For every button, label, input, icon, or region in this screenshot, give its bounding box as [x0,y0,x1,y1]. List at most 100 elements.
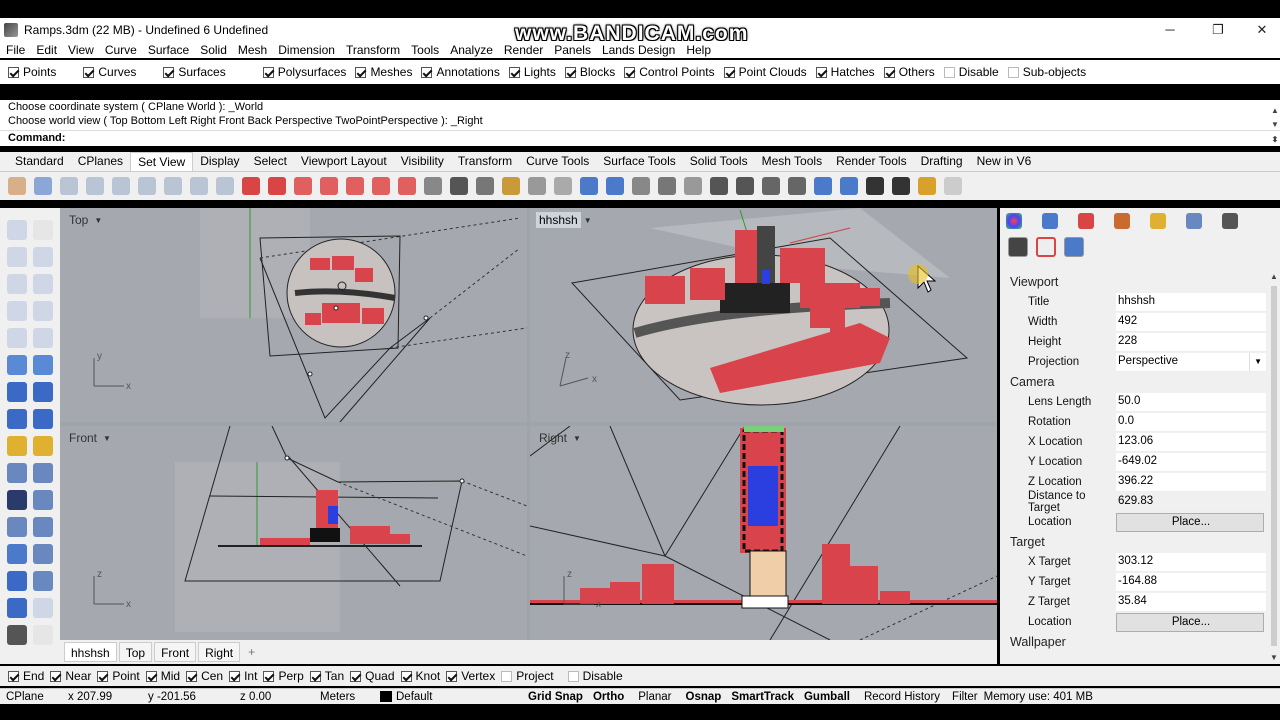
menu-help[interactable]: Help [686,43,711,57]
filter-meshes[interactable]: Meshes [355,65,412,79]
car-perspective-icon[interactable] [398,177,416,195]
menu-curve[interactable]: Curve [105,43,137,57]
y-target-field[interactable]: -164.88 [1116,572,1266,592]
viewport-menu-arrow-icon[interactable]: ▼ [94,216,102,225]
osnap-point[interactable]: Point [97,669,140,683]
height-field[interactable]: 228 [1116,332,1266,352]
zoom-icon[interactable] [60,177,78,195]
circle-center-icon[interactable] [33,274,53,294]
filter-points[interactable]: Points [8,65,56,79]
menu-edit[interactable]: Edit [36,43,57,57]
checkbox[interactable] [309,670,321,682]
tab-render-tools[interactable]: Render Tools [829,152,914,171]
filter-annotations[interactable]: Annotations [421,65,500,79]
join-icon[interactable] [7,490,27,510]
camera-gear-icon[interactable] [658,177,676,195]
zoom-selected-icon[interactable] [138,177,156,195]
viewport-menu-arrow-icon[interactable]: ▼ [573,434,581,443]
viewport-title[interactable]: Front [66,430,100,446]
camera-target-icon[interactable] [476,177,494,195]
checkbox[interactable] [508,66,520,78]
tab-new-in-v6[interactable]: New in V6 [970,152,1039,171]
menu-lands-design[interactable]: Lands Design [602,43,675,57]
perspective-viewport[interactable]: x z hhshsh ▼ [530,208,997,422]
add-viewport-tab-icon[interactable]: + [242,642,261,662]
checkbox[interactable] [355,66,367,78]
swap-view-icon[interactable] [866,177,884,195]
filter-sub-objects[interactable]: Sub-objects [1007,65,1086,79]
osnap-near[interactable]: Near [50,669,91,683]
sphere-solid-icon[interactable] [33,382,53,402]
menu-file[interactable]: File [6,43,25,57]
menu-surface[interactable]: Surface [148,43,189,57]
tab-solid-tools[interactable]: Solid Tools [683,152,755,171]
brush-icon[interactable] [1114,213,1130,229]
plane-icon[interactable] [762,177,780,195]
checkbox[interactable] [1007,66,1019,78]
checkbox[interactable] [229,670,241,682]
chevron-down-icon[interactable]: ▼ [1249,352,1266,371]
surface-icon[interactable] [7,355,27,375]
minimize-button[interactable]: ─ [1148,18,1192,41]
filter-others[interactable]: Others [883,65,935,79]
status-grid-snap[interactable]: Grid Snap [528,691,583,703]
tab-curve-tools[interactable]: Curve Tools [519,152,596,171]
osnap-mid[interactable]: Mid [145,669,180,683]
osnap-end[interactable]: End [8,669,44,683]
status-units[interactable]: Meters [320,691,380,703]
maximize-button[interactable]: ❐ [1196,18,1240,41]
explode-icon[interactable] [33,490,53,510]
checkbox[interactable] [97,670,109,682]
layer-color-swatch[interactable] [380,691,392,702]
select-arrow-icon[interactable] [7,220,27,240]
filter-control-points[interactable]: Control Points [624,65,715,79]
z-location-field[interactable]: 396.22 [1116,472,1266,492]
viewport-menu-arrow-icon[interactable]: ▼ [103,434,111,443]
checkbox[interactable] [624,66,636,78]
osnap-cen[interactable]: Cen [186,669,223,683]
dimension-icon[interactable] [33,544,53,564]
split-icon[interactable] [7,463,27,483]
viewport-tab-right[interactable]: Right [198,642,241,662]
tab-display[interactable]: Display [193,152,246,171]
osnap-project[interactable]: Project [501,669,554,683]
checkbox[interactable] [186,670,198,682]
tab-visibility[interactable]: Visibility [394,152,451,171]
tab-transform[interactable]: Transform [451,152,519,171]
checkbox[interactable] [145,670,157,682]
rotation-field[interactable]: 0.0 [1116,412,1266,432]
menu-analyze[interactable]: Analyze [450,43,493,57]
car-top-view-icon[interactable] [294,177,312,195]
filter-point-clouds[interactable]: Point Clouds [723,65,807,79]
loft-icon[interactable] [33,355,53,375]
car-front-view-icon[interactable] [320,177,338,195]
analysis-icon[interactable] [33,436,53,456]
mesh-icon[interactable] [33,409,53,429]
scroll-up-icon[interactable]: ▲ [1270,104,1280,118]
filter-hatches[interactable]: Hatches [815,65,875,79]
arc-icon[interactable] [7,301,27,321]
named-cplane-icon[interactable] [268,177,286,195]
menu-mesh[interactable]: Mesh [238,43,267,57]
undo-view-icon[interactable] [164,177,182,195]
boolean-icon[interactable] [7,436,27,456]
status-planar[interactable]: Planar [638,691,671,703]
menu-tools[interactable]: Tools [411,43,439,57]
plane-tilt-icon[interactable] [788,177,806,195]
checkbox[interactable] [83,66,95,78]
viewport-tab-top[interactable]: Top [118,642,153,662]
menu-view[interactable]: View [68,43,94,57]
viewport-tab-hhshsh[interactable]: hhshsh [64,642,117,662]
camera-frame-icon[interactable] [502,177,520,195]
rotate-view-icon[interactable] [34,177,52,195]
status-cplane[interactable]: CPlane [6,691,68,703]
more-tools-grid-icon[interactable] [7,625,27,645]
status-osnap[interactable]: Osnap [686,691,722,703]
material-icon[interactable] [1042,213,1058,229]
tab-standard[interactable]: Standard [8,152,71,171]
gumball-icon[interactable] [736,177,754,195]
checkbox[interactable] [815,66,827,78]
compass-icon[interactable] [944,177,962,195]
camera-place-button[interactable]: Place... [1116,512,1264,532]
circle-icon[interactable] [7,274,27,294]
